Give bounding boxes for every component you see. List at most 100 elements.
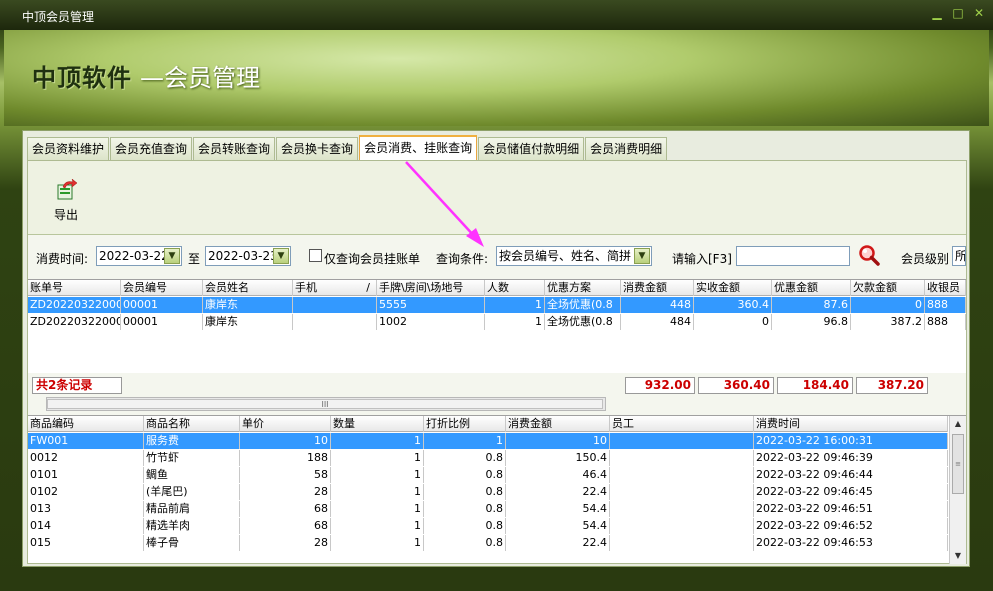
search-icon[interactable] [858, 244, 880, 266]
export-label: 导出 [53, 208, 78, 222]
chevron-down-icon[interactable]: ▼ [273, 248, 289, 264]
chevron-down-icon[interactable]: ▼ [634, 248, 650, 264]
column-header[interactable]: 单价 [240, 416, 331, 432]
column-header[interactable]: 优惠方案 [545, 280, 621, 296]
column-header[interactable]: 手机 / [293, 280, 377, 296]
table-row[interactable]: 015 棒子骨 28 1 0.8 22.4 2022-03-22 09:46:53 [28, 535, 948, 551]
column-header[interactable]: 实收金额 [694, 280, 772, 296]
column-header[interactable]: 人数 [485, 280, 545, 296]
search-input[interactable] [736, 246, 850, 266]
cell: 58 [240, 467, 331, 483]
cell: 360.4 [694, 297, 772, 313]
cell: 96.8 [772, 314, 851, 330]
cell: 2022-03-22 09:46:39 [754, 450, 948, 466]
cell: 22.4 [506, 535, 610, 551]
column-header[interactable]: 消费金额 [621, 280, 694, 296]
record-count: 共2条记录 [32, 377, 122, 394]
cell: 0.8 [424, 535, 506, 551]
only-credit-label: 仅查询会员挂账单 [324, 252, 421, 266]
tab-card-change-query[interactable]: 会员换卡查询 [276, 137, 359, 161]
tab-transfer-query[interactable]: 会员转账查询 [193, 137, 276, 161]
table-row[interactable]: 0101 鲷鱼 58 1 0.8 46.4 2022-03-22 09:46:44 [28, 467, 948, 483]
cell: 0 [694, 314, 772, 330]
cell: 28 [240, 484, 331, 500]
cell: 服务费 [144, 433, 240, 449]
cell: 888 [925, 314, 966, 330]
tab-consume-detail[interactable]: 会员消费明细 [585, 137, 668, 161]
cell: 448 [621, 297, 694, 313]
condition-select[interactable]: 按会员编号、姓名、简拼 ▼ [496, 246, 652, 266]
export-icon [55, 178, 78, 201]
cell: 1 [331, 450, 424, 466]
table-row[interactable]: 013 精品前肩 68 1 0.8 54.4 2022-03-22 09:46:51 [28, 501, 948, 517]
column-header[interactable]: 优惠金额 [772, 280, 851, 296]
cell: 1 [331, 467, 424, 483]
column-header[interactable]: 员工 [610, 416, 754, 432]
tab-recharge-query[interactable]: 会员充值查询 [110, 137, 193, 161]
cell: 22.4 [506, 484, 610, 500]
minimize-button[interactable]: ▁ [930, 6, 944, 20]
cell: 54.4 [506, 518, 610, 534]
table-row[interactable]: ZD202203220002 00001 康岸东 1002 1 全场优惠(0.8… [28, 314, 966, 330]
column-header[interactable]: 打折比例 [424, 416, 506, 432]
column-header[interactable]: 账单号 [28, 280, 121, 296]
scroll-down-icon[interactable]: ▼ [950, 548, 966, 564]
column-header[interactable]: 商品编码 [28, 416, 144, 432]
cell: 1 [424, 433, 506, 449]
column-header[interactable]: 商品名称 [144, 416, 240, 432]
column-header[interactable]: 收银员 [925, 280, 966, 296]
title-bar: 中顶会员管理 ▁ □ ✕ [0, 0, 993, 30]
column-header[interactable]: 手牌\房间\场地号 [377, 280, 485, 296]
column-header[interactable]: 数量 [331, 416, 424, 432]
column-header[interactable]: 消费时间 [754, 416, 948, 432]
cell: 0.8 [424, 518, 506, 534]
column-header[interactable]: 会员编号 [121, 280, 203, 296]
table-row[interactable]: 0012 竹节虾 188 1 0.8 150.4 2022-03-22 09:46:39 [28, 450, 948, 466]
scrollbar-thumb[interactable]: ≡ [952, 434, 964, 494]
column-header[interactable]: 会员姓名 [203, 280, 293, 296]
tab-stored-value-payment[interactable]: 会员储值付款明细 [478, 137, 585, 161]
scroll-up-icon[interactable]: ▲ [950, 416, 966, 432]
only-credit-checkbox[interactable] [309, 249, 322, 262]
date-from-picker[interactable]: 2022-03-22 ▼ [96, 246, 182, 266]
cell: 28 [240, 535, 331, 551]
scrollbar-thumb[interactable]: III [47, 399, 603, 409]
cell [610, 535, 754, 551]
cell: 68 [240, 501, 331, 517]
cell: 0 [851, 297, 925, 313]
cell: 1 [331, 518, 424, 534]
tab-member-info[interactable]: 会员资料维护 [27, 137, 110, 161]
cell [610, 518, 754, 534]
table-row[interactable]: FW001 服务费 10 1 1 10 2022-03-22 16:00:31 [28, 433, 948, 449]
column-header[interactable]: 欠款金额 [851, 280, 925, 296]
cell: 0.8 [424, 467, 506, 483]
to-label: 至 [188, 252, 201, 266]
condition-label: 查询条件: [436, 252, 489, 266]
maximize-button[interactable]: □ [951, 6, 965, 20]
tab-strip: 会员资料维护 会员充值查询 会员转账查询 会员换卡查询 会员消费、挂账查询 会员… [27, 135, 668, 161]
cell: 0102 [28, 484, 144, 500]
input-label: 请输入[F3] [672, 252, 732, 266]
banner-subtitle: —会员管理 [140, 64, 260, 92]
table-row[interactable]: 0102 (羊尾巴) 28 1 0.8 22.4 2022-03-22 09:46:45 [28, 484, 948, 500]
item-grid-header: 商品编码 商品名称 单价 数量 打折比例 消费金额 员工 消费时间 [28, 416, 948, 432]
cell: 精选羊肉 [144, 518, 240, 534]
tab-consume-credit-query[interactable]: 会员消费、挂账查询 [359, 135, 478, 161]
vertical-scrollbar[interactable]: ▲ ≡ ▼ [949, 416, 966, 564]
cell: 1 [485, 314, 545, 330]
date-to-picker[interactable]: 2022-03-23 ▼ [205, 246, 291, 266]
export-button[interactable]: 导出 [46, 178, 86, 229]
close-button[interactable]: ✕ [972, 6, 986, 20]
level-select[interactable]: 所 [952, 246, 966, 266]
cell: 015 [28, 535, 144, 551]
horizontal-scrollbar[interactable]: III [46, 397, 606, 411]
cell: 2022-03-22 09:46:44 [754, 467, 948, 483]
table-row[interactable]: ZD202203220001 00001 康岸东 5555 1 全场优惠(0.8… [28, 297, 966, 313]
app-window: 中顶会员管理 ▁ □ ✕ 中顶软件 —会员管理 会员资料维护 会员充值查询 会员… [0, 0, 993, 591]
total-debt: 387.20 [856, 377, 928, 394]
column-header[interactable]: 消费金额 [506, 416, 610, 432]
chevron-down-icon[interactable]: ▼ [164, 248, 180, 264]
cell: 康岸东 [203, 314, 293, 330]
cell: 150.4 [506, 450, 610, 466]
table-row[interactable]: 014 精选羊肉 68 1 0.8 54.4 2022-03-22 09:46:52 [28, 518, 948, 534]
